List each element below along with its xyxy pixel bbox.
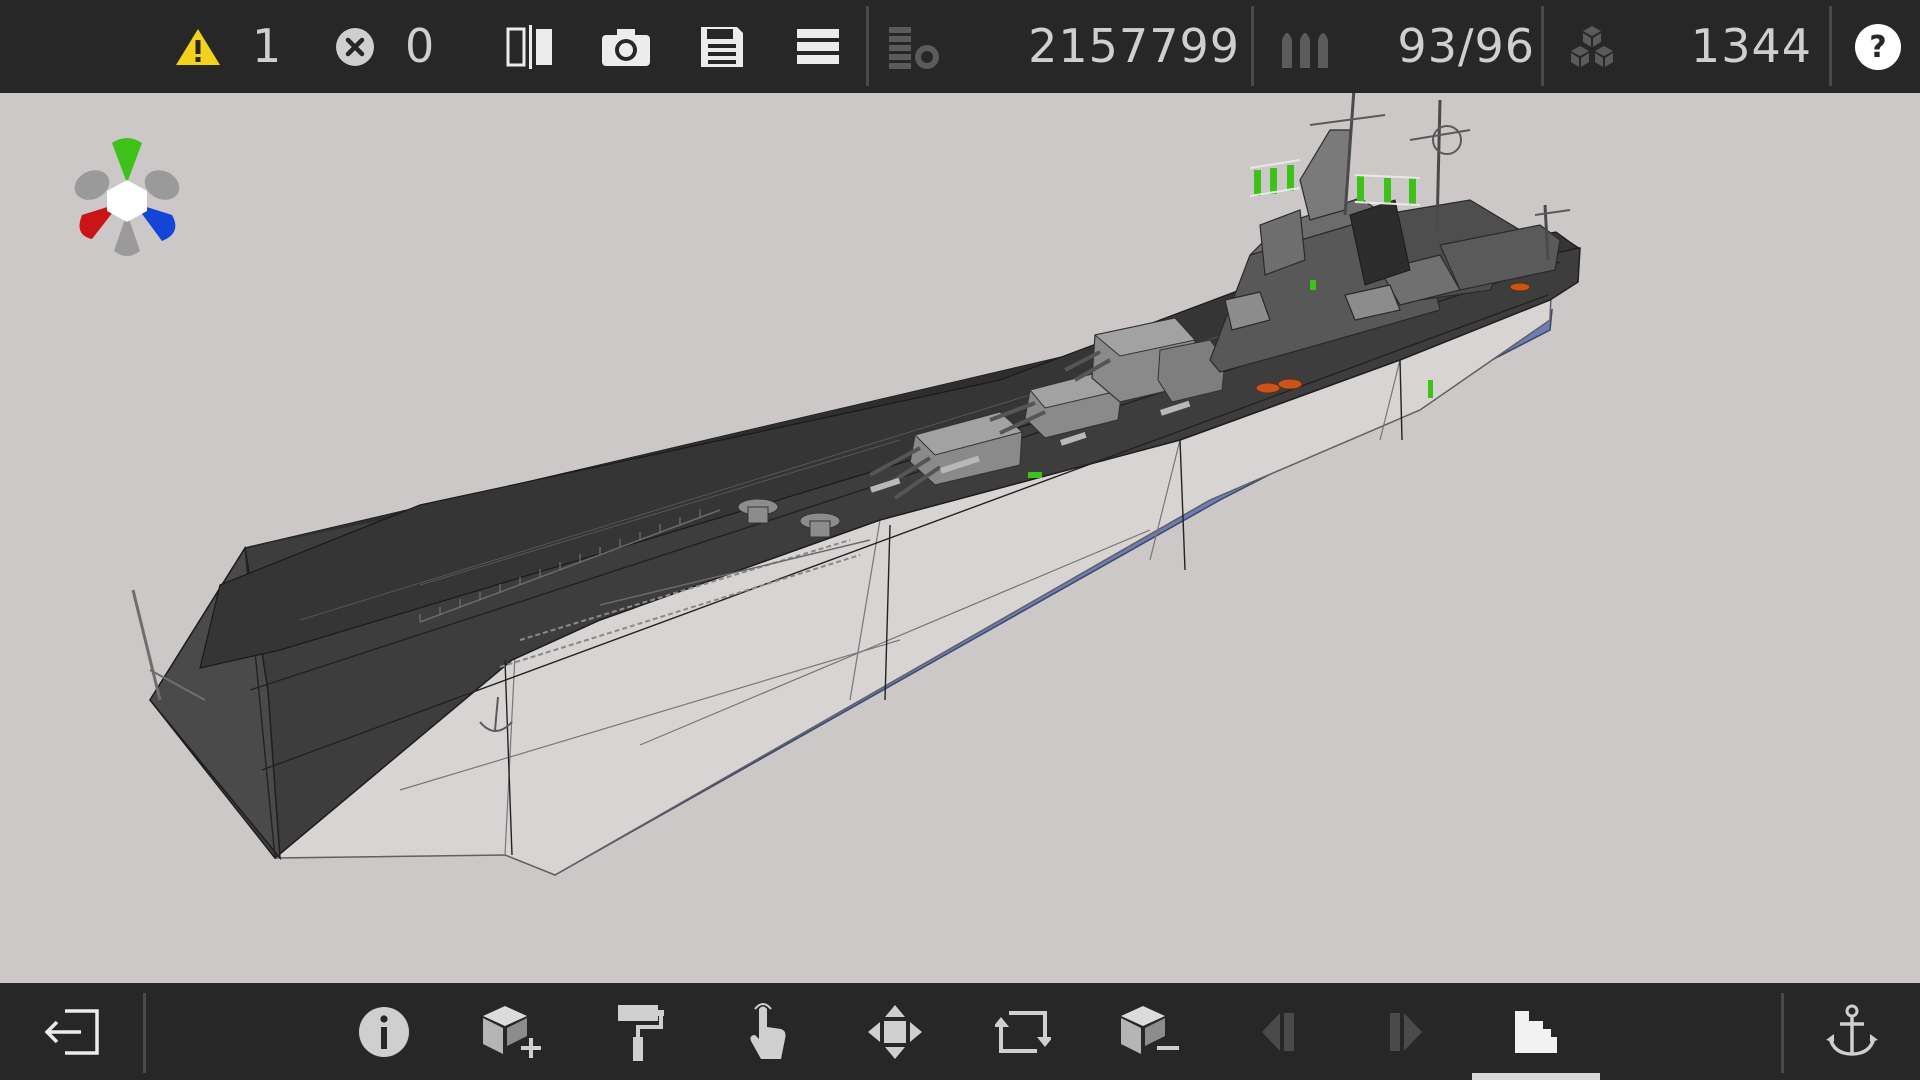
remove-block-button[interactable] <box>1100 983 1200 1080</box>
select-hand-icon <box>750 1002 786 1059</box>
toolbar-divider <box>1541 6 1544 86</box>
top-toolbar: 1 0 2157799 93/96 1344 ? <box>0 0 1920 93</box>
menu-icon[interactable] <box>788 0 848 93</box>
camera-icon[interactable] <box>596 0 656 93</box>
rotate-button[interactable] <box>973 983 1073 1080</box>
redo-icon <box>1390 1012 1422 1051</box>
info-icon <box>359 1006 409 1057</box>
anchor-icon <box>1826 1004 1878 1056</box>
move-icon <box>868 1004 922 1059</box>
anchor-button[interactable] <box>1802 983 1902 1080</box>
exit-icon <box>44 1008 99 1055</box>
help-icon: ? <box>1855 23 1901 70</box>
toolbar-divider <box>1251 6 1254 86</box>
error-icon[interactable] <box>330 0 380 93</box>
add-block-icon <box>483 1005 541 1058</box>
help-button[interactable]: ? <box>1848 0 1908 93</box>
toolbar-divider <box>866 6 869 86</box>
active-tool-indicator <box>1472 1073 1600 1080</box>
error-count: 0 <box>405 19 436 73</box>
blocks-icon <box>1562 0 1622 93</box>
toolbar-divider <box>143 993 146 1073</box>
add-block-button[interactable] <box>462 983 562 1080</box>
move-button[interactable] <box>845 983 945 1080</box>
remove-block-icon <box>1121 1005 1179 1054</box>
warning-icon[interactable] <box>170 0 226 93</box>
redo-button[interactable] <box>1356 983 1456 1080</box>
save-icon[interactable] <box>692 0 752 93</box>
shells-icon <box>1275 0 1335 93</box>
warning-count: 1 <box>252 19 283 73</box>
toolbar-divider <box>1829 6 1832 86</box>
exit-button[interactable] <box>22 983 122 1080</box>
toolbar-divider <box>1781 993 1784 1073</box>
blocks-value: 1344 <box>1690 19 1812 73</box>
orientation-gizmo-icon[interactable] <box>62 133 192 268</box>
paint-roller-icon <box>618 1004 664 1061</box>
select-button[interactable] <box>718 983 818 1080</box>
undo-button[interactable] <box>1230 983 1330 1080</box>
3d-viewport[interactable] <box>0 93 1920 983</box>
bottom-toolbar <box>0 983 1920 1080</box>
ship-model[interactable] <box>0 93 1920 983</box>
info-button[interactable] <box>334 983 434 1080</box>
rotate-icon <box>995 1010 1051 1053</box>
view-mode-button[interactable] <box>1486 983 1586 1080</box>
undo-icon <box>1262 1012 1294 1051</box>
view-mode-icon <box>1515 1010 1557 1053</box>
cost-value: 2157799 <box>1028 19 1240 73</box>
mirror-symmetry-icon[interactable] <box>500 0 560 93</box>
ammo-value: 93/96 <box>1397 19 1535 73</box>
coin-stack-icon <box>885 0 945 93</box>
paint-button[interactable] <box>590 983 690 1080</box>
help-label: ? <box>1869 30 1886 65</box>
